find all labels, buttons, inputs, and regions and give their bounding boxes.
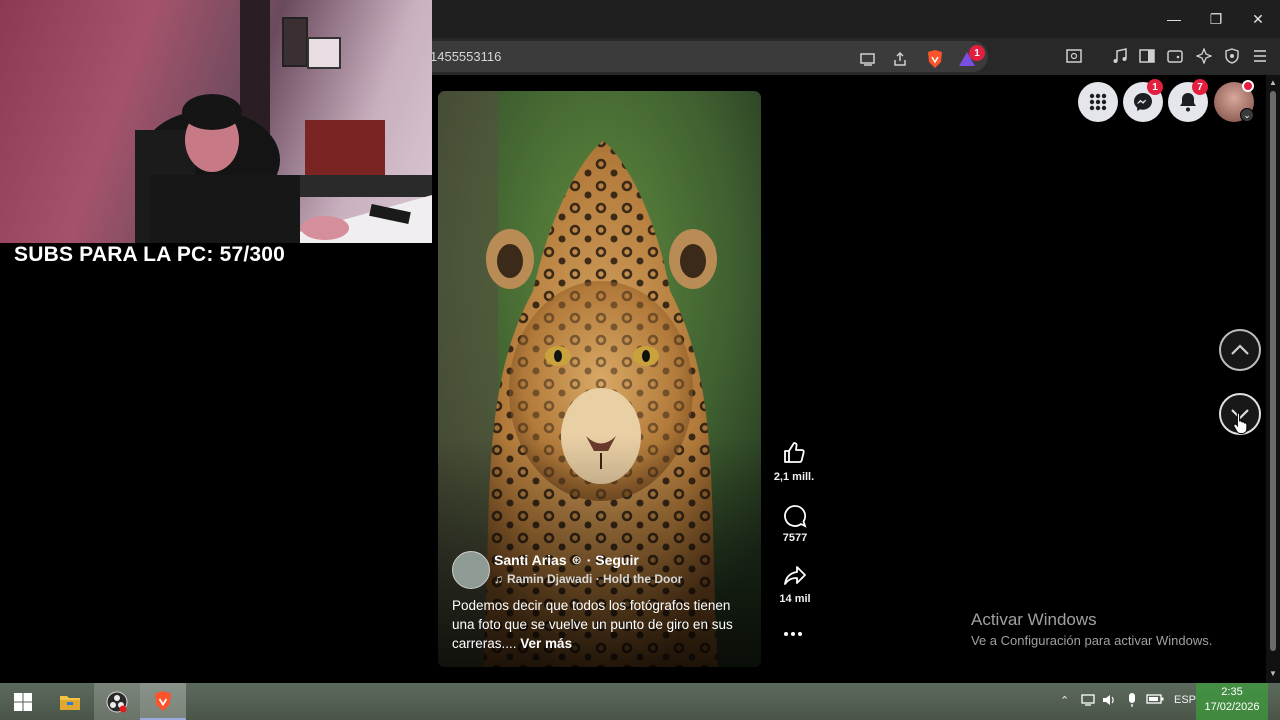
share-icon[interactable] — [783, 564, 807, 588]
chevron-down-icon[interactable]: ⌄ — [1240, 108, 1254, 122]
previous-reel-button[interactable] — [1219, 329, 1261, 371]
rewards-badge: 1 — [969, 45, 985, 61]
author-name[interactable]: Santi Arias — [494, 552, 567, 568]
comment-count: 7577 — [782, 532, 808, 544]
cast-icon[interactable] — [856, 47, 880, 71]
scrollbar-thumb[interactable] — [1270, 91, 1276, 651]
author-row: Santi Arias ⊛ · Seguir — [494, 552, 639, 568]
music-title: Ramin Djawadi · Hold the Door — [507, 572, 683, 586]
sidebar-icon[interactable] — [1135, 44, 1159, 68]
address-bar[interactable]: 1455553116 1 — [380, 41, 988, 72]
brave-browser-taskbar-icon[interactable] — [140, 683, 186, 720]
profile-status-dot — [1242, 80, 1254, 92]
screen: — ❐ ✕ 1455553116 1 SUBS PARA LA PC: 57/3… — [0, 0, 1280, 720]
music-row[interactable]: ♫ Ramin Djawadi · Hold the Door — [494, 572, 682, 586]
activation-title: Activar Windows — [971, 610, 1097, 629]
like-count: 2,1 mill. — [773, 471, 815, 483]
page-scrollbar[interactable]: ▲ ▼ — [1266, 75, 1280, 683]
url-text[interactable]: 1455553116 — [430, 49, 501, 64]
more-options-icon[interactable] — [784, 629, 806, 639]
notifications-badge: 7 — [1192, 79, 1208, 95]
menu-icon[interactable] — [1248, 44, 1272, 68]
hand-cursor-icon — [1233, 412, 1248, 434]
windows-taskbar: ⌃ ESP 2:35 17/02/2026 — [0, 683, 1280, 720]
windows-start-icon[interactable] — [0, 683, 46, 720]
webcam-scene — [135, 0, 432, 243]
minimize-button[interactable]: — — [1152, 0, 1196, 38]
messenger-badge: 1 — [1147, 79, 1163, 95]
wallet-icon[interactable] — [1163, 44, 1187, 68]
globe-icon: ⊛ — [571, 553, 582, 567]
webcam-overlay — [0, 0, 432, 243]
clock-date: 17/02/2026 — [1204, 701, 1260, 713]
clock-time: 2:35 — [1221, 686, 1243, 698]
see-more-link[interactable]: Ver más — [520, 636, 572, 651]
notifications-button[interactable]: 7 — [1168, 79, 1208, 122]
close-button[interactable]: ✕ — [1236, 0, 1280, 38]
share-count: 14 mil — [779, 593, 811, 605]
file-explorer-icon[interactable] — [47, 683, 93, 720]
menu-grid-button[interactable] — [1078, 82, 1118, 122]
brave-shields-icon[interactable] — [923, 47, 947, 71]
like-icon[interactable] — [782, 441, 806, 465]
messenger-button[interactable]: 1 — [1123, 79, 1163, 122]
microphone-icon[interactable] — [1125, 692, 1139, 711]
obs-studio-icon[interactable] — [94, 683, 140, 720]
reels-page: Santi Arias ⊛ · Seguir ♫ Ramin Djawadi ·… — [432, 75, 1266, 683]
brave-rewards-icon[interactable]: 1 — [955, 45, 985, 71]
language-indicator[interactable]: ESP — [1174, 694, 1196, 706]
bell-icon — [1180, 93, 1196, 112]
media-icon[interactable] — [1108, 44, 1132, 68]
reel-video[interactable]: Santi Arias ⊛ · Seguir ♫ Ramin Djawadi ·… — [438, 91, 761, 667]
reel-caption: Podemos decir que todos los fotógrafos t… — [452, 596, 752, 653]
author-avatar[interactable] — [452, 551, 490, 589]
activation-subtitle: Ve a Configuración para activar Windows. — [971, 633, 1213, 648]
network-icon[interactable] — [1080, 692, 1096, 711]
messenger-icon — [1134, 93, 1152, 111]
share-icon[interactable] — [888, 47, 912, 71]
vpn-icon[interactable] — [1220, 44, 1244, 68]
subs-counter-text: SUBS PARA LA PC: 57/300 — [14, 243, 286, 266]
follow-link[interactable]: · Seguir — [587, 552, 639, 568]
battery-icon[interactable] — [1146, 692, 1164, 709]
chevron-up-icon — [1231, 344, 1249, 355]
clock[interactable]: 2:35 17/02/2026 — [1196, 683, 1268, 720]
tab-search-icon[interactable] — [1062, 44, 1086, 68]
windows-activation-watermark: Activar Windows Ve a Configuración para … — [971, 610, 1212, 648]
scroll-down-icon[interactable]: ▼ — [1269, 669, 1277, 678]
music-note-icon: ♫ — [494, 572, 503, 586]
grid-icon — [1089, 93, 1107, 111]
scroll-up-icon[interactable]: ▲ — [1269, 78, 1277, 87]
profile-avatar[interactable]: ⌄ — [1214, 80, 1254, 122]
tray-expand-icon[interactable]: ⌃ — [1060, 694, 1069, 707]
restore-button[interactable]: ❐ — [1194, 0, 1238, 38]
volume-icon[interactable] — [1101, 692, 1117, 711]
leo-ai-icon[interactable] — [1192, 44, 1216, 68]
comment-icon[interactable] — [783, 504, 807, 528]
caption-text: Podemos decir que todos los fotógrafos t… — [452, 598, 733, 651]
